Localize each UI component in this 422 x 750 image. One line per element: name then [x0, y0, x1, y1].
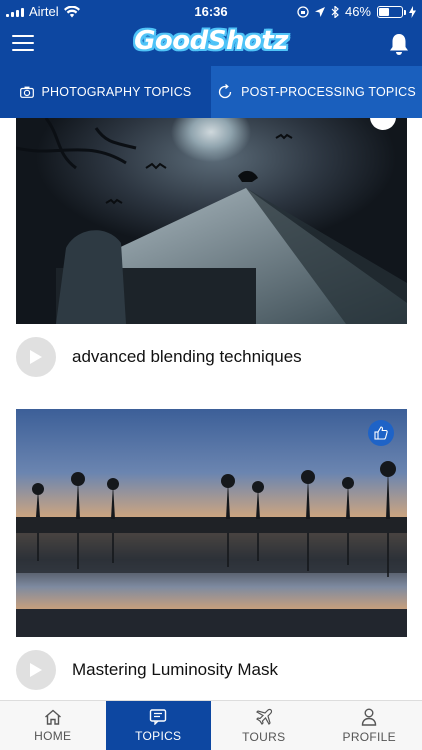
person-icon	[362, 708, 377, 726]
bottom-nav: HOME TOPICS TOURS PROFILE	[0, 700, 422, 750]
topics-list[interactable]: advanced blending techniques Mastering L…	[0, 118, 422, 700]
topics-icon	[150, 708, 167, 725]
nav-topics[interactable]: TOPICS	[105, 701, 211, 750]
status-bar: Airtel 16:36 46%	[0, 0, 422, 22]
topic-tabs: PHOTOGRAPHY TOPICS POST-PROCESSING TOPIC…	[0, 66, 422, 118]
topic-title[interactable]: Mastering Luminosity Mask	[72, 660, 278, 680]
palm-sunset-illustration	[16, 461, 407, 637]
app-header: GoodShotz	[0, 22, 422, 66]
thumbs-up-icon	[374, 426, 388, 440]
haunted-house-illustration	[16, 118, 407, 324]
list-item[interactable]: Mastering Luminosity Mask	[16, 650, 278, 690]
battery-icon	[377, 5, 406, 18]
logo-text: GoodShotz	[134, 26, 288, 56]
nav-label: PROFILE	[342, 729, 396, 744]
play-icon	[30, 350, 42, 364]
nav-home[interactable]: HOME	[0, 701, 106, 750]
tab-label: PHOTOGRAPHY TOPICS	[41, 85, 192, 99]
home-icon	[44, 709, 61, 725]
status-right: 46%	[297, 4, 416, 19]
refresh-icon	[218, 84, 232, 99]
camera-icon	[19, 86, 34, 98]
play-button[interactable]	[16, 650, 56, 690]
app-logo: GoodShotz	[0, 26, 422, 56]
list-item[interactable]: advanced blending techniques	[16, 337, 302, 377]
location-icon	[314, 6, 325, 17]
nav-label: TOPICS	[135, 728, 182, 743]
tab-post-processing-topics[interactable]: POST-PROCESSING TOPICS	[211, 66, 422, 118]
nav-label: TOURS	[242, 729, 286, 744]
nav-tours[interactable]: TOURS	[211, 701, 317, 750]
charging-icon	[409, 5, 416, 18]
play-icon	[30, 663, 42, 677]
topic-title[interactable]: advanced blending techniques	[72, 347, 302, 367]
tab-photography-topics[interactable]: PHOTOGRAPHY TOPICS	[0, 66, 211, 118]
bell-icon[interactable]	[388, 32, 410, 56]
topic-image[interactable]	[16, 118, 407, 324]
nav-profile[interactable]: PROFILE	[317, 701, 422, 750]
tab-label: POST-PROCESSING TOPICS	[241, 85, 416, 99]
rotation-lock-icon	[297, 5, 309, 18]
nav-label: HOME	[34, 728, 72, 743]
topic-image[interactable]	[16, 409, 407, 637]
like-button[interactable]	[368, 420, 394, 446]
battery-percent: 46%	[344, 4, 371, 19]
plane-icon	[255, 708, 272, 725]
play-button[interactable]	[16, 337, 56, 377]
bluetooth-icon	[331, 5, 339, 18]
